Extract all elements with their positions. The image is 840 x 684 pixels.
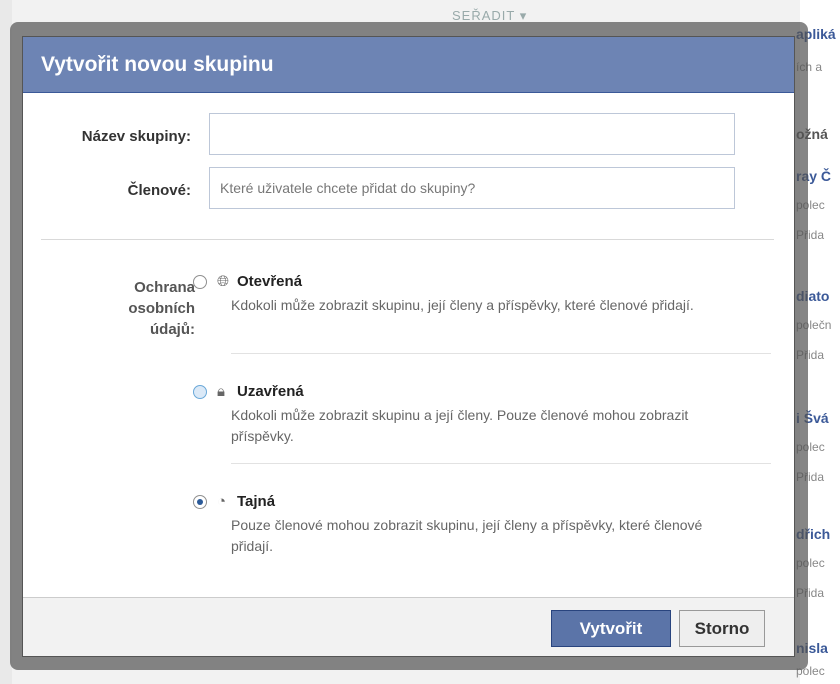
globe-icon: 🌐︎ <box>217 273 230 290</box>
dialog-footer: Vytvořit Storno <box>23 597 794 656</box>
group-name-label: Název skupiny: <box>81 128 191 145</box>
option-divider <box>231 463 771 464</box>
option-title-closed: Uzavřená <box>237 383 304 400</box>
create-group-dialog: Vytvořit novou skupinu Název skupiny: Čl… <box>22 36 795 657</box>
option-title-secret: Tajná <box>237 493 276 510</box>
option-description-secret: Pouze členové mohou zobrazit skupinu, je… <box>231 517 703 554</box>
privacy-option-open[interactable]: 🌐︎ Otevřená Kdokoli může zobrazit skupin… <box>193 273 773 354</box>
option-title-open: Otevřená <box>237 273 303 290</box>
members-label: Členové: <box>127 182 191 199</box>
privacy-option-secret[interactable]: ◔ Tajná Pouze členové mohou zobrazit sku… <box>193 493 773 563</box>
option-description-open: Kdokoli může zobrazit skupinu, její člen… <box>231 297 694 313</box>
radio-closed[interactable] <box>193 385 207 399</box>
group-name-input[interactable] <box>209 113 735 155</box>
dialog-title: Vytvořit novou skupinu <box>23 37 794 93</box>
section-divider <box>41 239 774 240</box>
secret-icon: ◔ <box>217 493 227 510</box>
radio-open[interactable] <box>193 275 207 289</box>
cancel-button[interactable]: Storno <box>679 610 765 647</box>
members-input[interactable] <box>209 167 735 209</box>
option-divider <box>231 353 771 354</box>
option-description-closed: Kdokoli může zobrazit skupinu a její čle… <box>231 407 689 444</box>
lock-icon: 🔒︎ <box>217 383 225 400</box>
privacy-option-closed[interactable]: 🔒︎ Uzavřená Kdokoli může zobrazit skupin… <box>193 383 773 464</box>
radio-secret[interactable] <box>193 495 207 509</box>
create-button[interactable]: Vytvořit <box>551 610 671 647</box>
privacy-label: Ochrana osobních údajů: <box>128 279 195 338</box>
